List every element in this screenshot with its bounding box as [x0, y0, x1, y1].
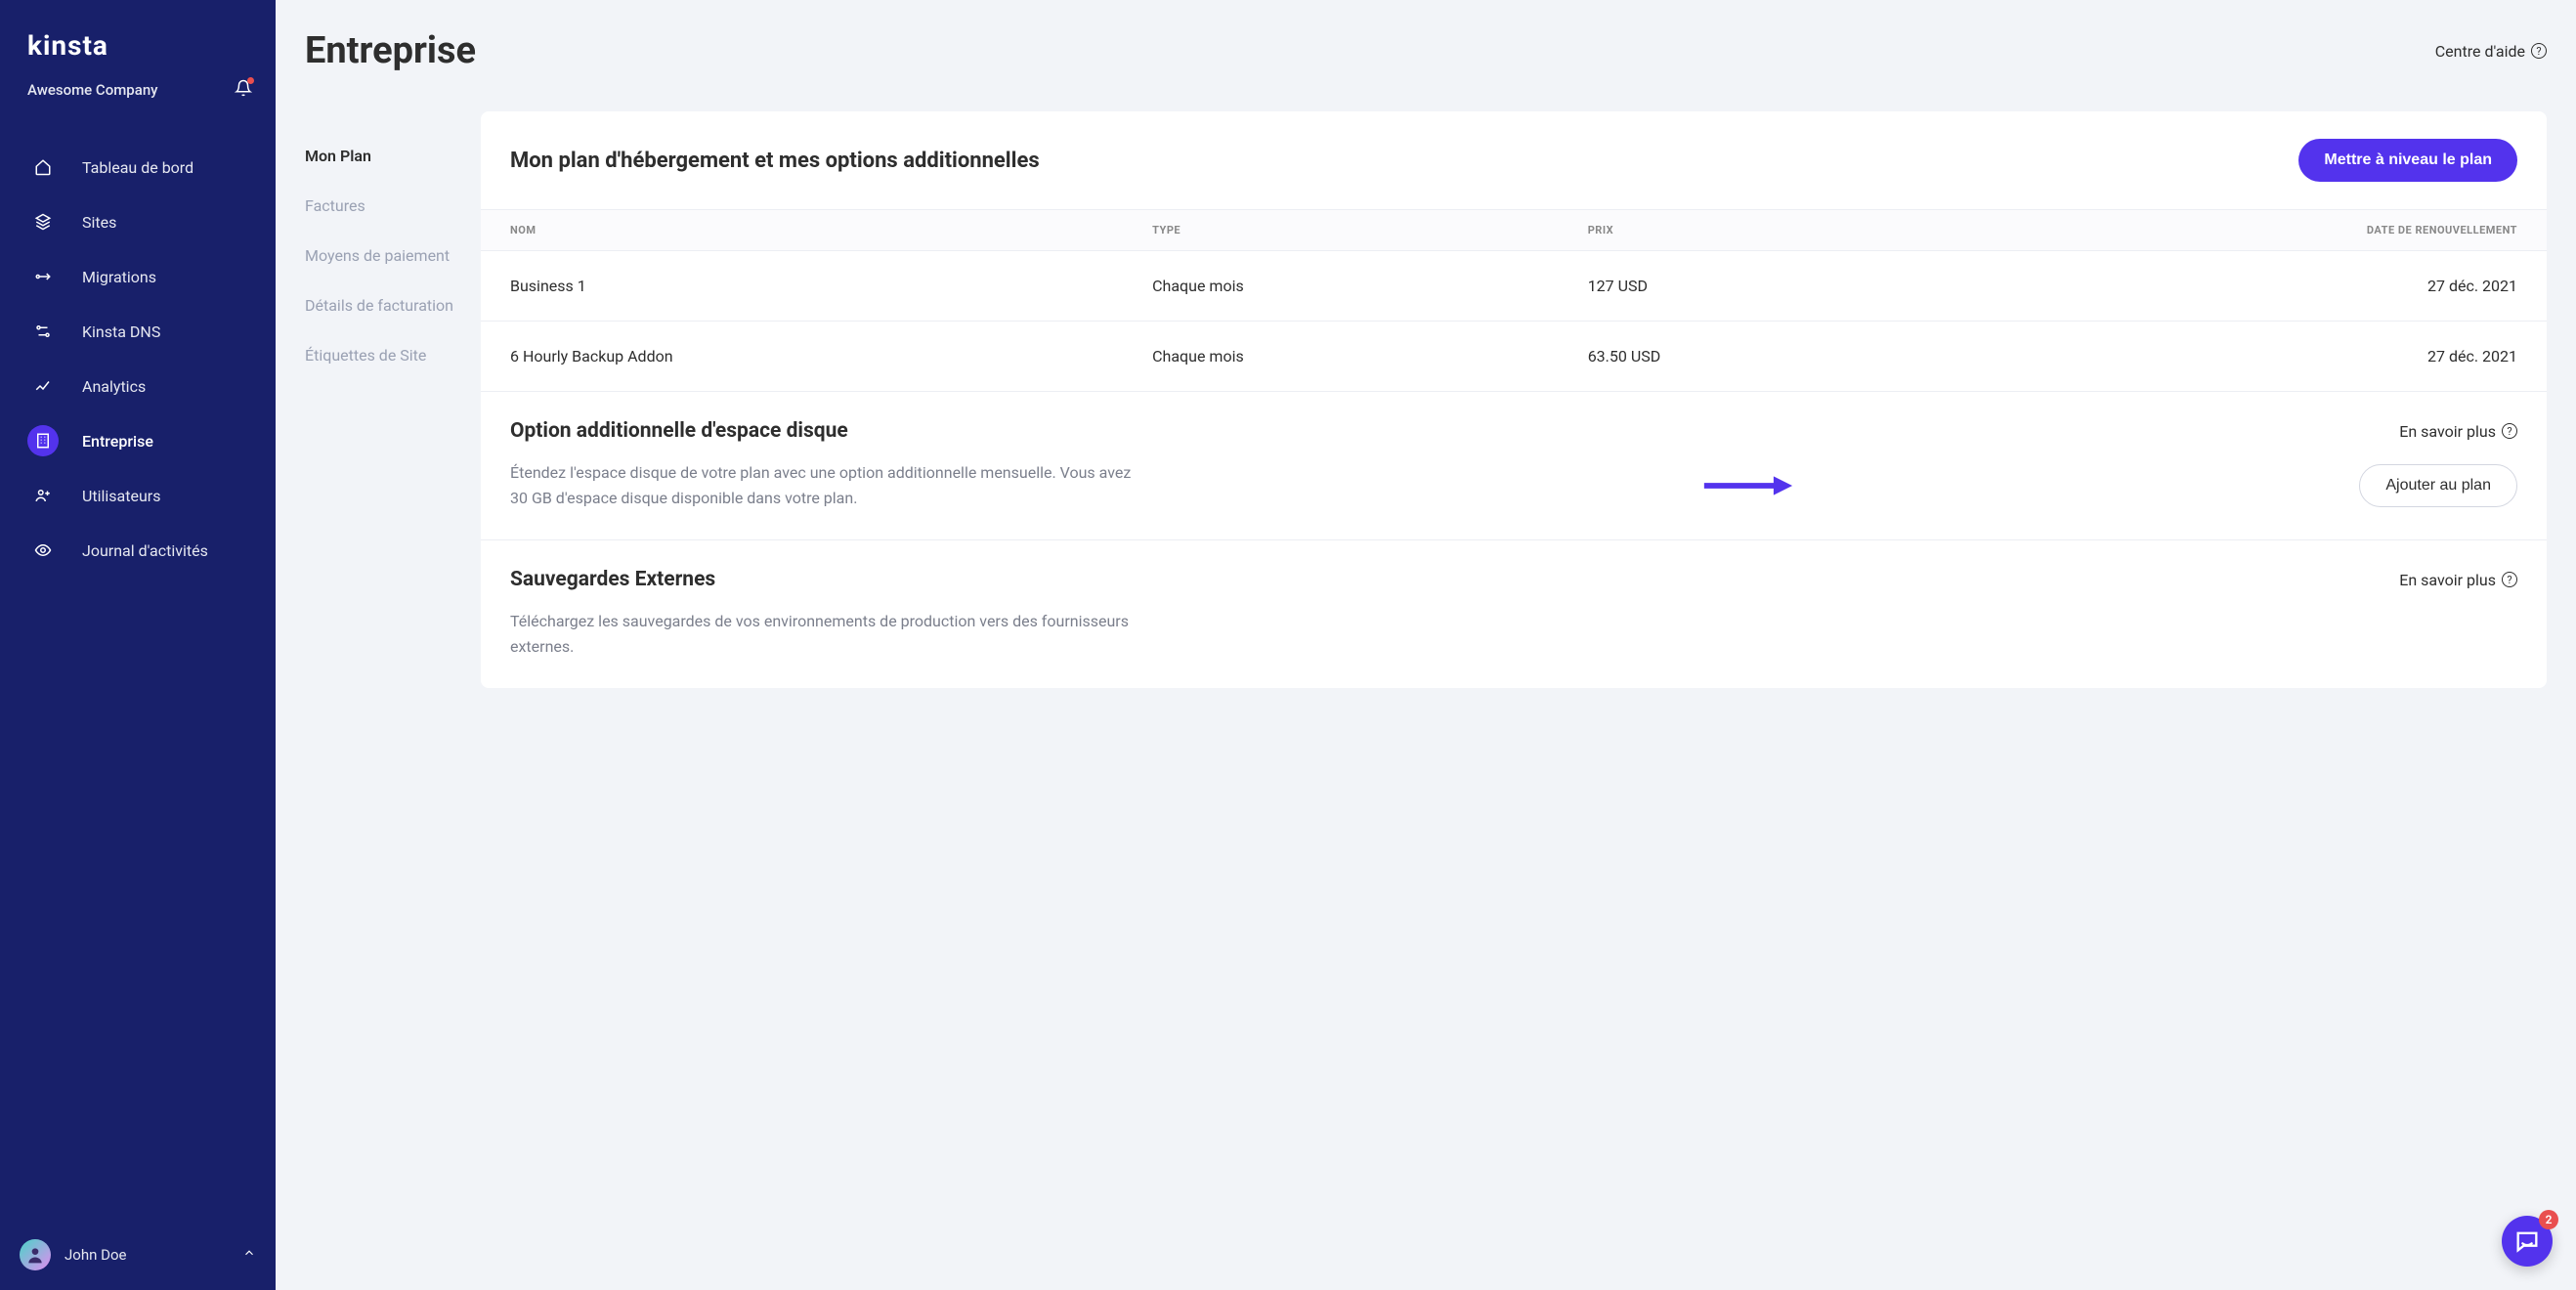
sidebar-item-sites[interactable]: Sites — [0, 194, 276, 249]
disk-section-title: Option additionnelle d'espace disque — [510, 419, 848, 443]
plan-card-title: Mon plan d'hébergement et mes options ad… — [510, 149, 1040, 173]
disk-section-desc: Étendez l'espace disque de votre plan av… — [510, 460, 1136, 510]
sidebar: kinsta Awesome Company Tableau de bord S… — [0, 0, 276, 1290]
upgrade-plan-button[interactable]: Mettre à niveau le plan — [2298, 139, 2517, 182]
sidebar-item-label: Kinsta DNS — [82, 322, 160, 341]
subnav-billing-details[interactable]: Détails de facturation — [305, 280, 481, 330]
content: Mon plan d'hébergement et mes options ad… — [481, 72, 2576, 1290]
sidebar-item-company[interactable]: Entreprise — [0, 413, 276, 468]
help-link[interactable]: Centre d'aide ? — [2435, 42, 2547, 61]
sidebar-item-activity[interactable]: Journal d'activités — [0, 523, 276, 578]
bell-icon[interactable] — [235, 79, 252, 101]
eye-icon — [27, 535, 59, 566]
sidebar-item-label: Tableau de bord — [82, 158, 193, 177]
chat-button[interactable]: 2 — [2502, 1216, 2553, 1267]
col-price: PRIX — [1559, 210, 1940, 251]
cell-price: 63.50 USD — [1559, 322, 1940, 392]
subnav: Mon Plan Factures Moyens de paiement Dét… — [276, 72, 481, 1290]
table-row: 6 Hourly Backup Addon Chaque mois 63.50 … — [481, 322, 2547, 392]
dns-icon — [27, 316, 59, 347]
org-name: Awesome Company — [27, 81, 158, 99]
help-icon: ? — [2531, 43, 2547, 59]
page-title: Entreprise — [305, 29, 476, 72]
arrow-annotation-icon — [1700, 472, 1794, 499]
sidebar-item-migrations[interactable]: Migrations — [0, 249, 276, 304]
subnav-my-plan[interactable]: Mon Plan — [305, 131, 481, 181]
sidebar-nav: Tableau de bord Sites Migrations Kinsta … — [0, 140, 276, 578]
plan-table: NOM TYPE PRIX DATE DE RENOUVELLEMENT Bus… — [481, 209, 2547, 391]
chevron-up-icon — [242, 1246, 256, 1264]
backup-section-desc: Téléchargez les sauvegardes de vos envir… — [510, 609, 1136, 659]
cell-type: Chaque mois — [1123, 322, 1559, 392]
add-to-plan-button[interactable]: Ajouter au plan — [2359, 464, 2517, 507]
notification-dot — [247, 77, 254, 84]
cell-name: 6 Hourly Backup Addon — [481, 322, 1123, 392]
table-row: Business 1 Chaque mois 127 USD 27 déc. 2… — [481, 251, 2547, 322]
chat-badge: 2 — [2539, 1210, 2558, 1229]
subnav-payment-methods[interactable]: Moyens de paiement — [305, 231, 481, 280]
sidebar-item-dashboard[interactable]: Tableau de bord — [0, 140, 276, 194]
backup-learn-more[interactable]: En savoir plus ? — [2399, 571, 2517, 589]
disk-section: Option additionnelle d'espace disque En … — [481, 391, 2547, 539]
building-icon — [27, 425, 59, 456]
sidebar-item-label: Migrations — [82, 268, 156, 286]
layers-icon — [27, 206, 59, 237]
org-selector[interactable]: Awesome Company — [0, 79, 276, 101]
backup-section: Sauvegardes Externes En savoir plus ? Té… — [481, 539, 2547, 688]
user-menu[interactable]: John Doe — [0, 1239, 276, 1270]
help-label: Centre d'aide — [2435, 42, 2525, 61]
brand-logo: kinsta — [27, 29, 276, 62]
cell-name: Business 1 — [481, 251, 1123, 322]
home-icon — [27, 151, 59, 183]
sidebar-item-label: Analytics — [82, 377, 146, 396]
cell-renewal: 27 déc. 2021 — [1940, 322, 2547, 392]
cell-type: Chaque mois — [1123, 251, 1559, 322]
subnav-invoices[interactable]: Factures — [305, 181, 481, 231]
main: Entreprise Centre d'aide ? Mon Plan Fact… — [276, 0, 2576, 1290]
user-plus-icon — [27, 480, 59, 511]
sidebar-item-label: Entreprise — [82, 432, 153, 451]
cell-price: 127 USD — [1559, 251, 1940, 322]
topbar: Entreprise Centre d'aide ? — [276, 0, 2576, 72]
sidebar-item-analytics[interactable]: Analytics — [0, 359, 276, 413]
sidebar-item-label: Sites — [82, 213, 116, 232]
columns: Mon Plan Factures Moyens de paiement Dét… — [276, 72, 2576, 1290]
avatar — [20, 1239, 51, 1270]
sidebar-item-users[interactable]: Utilisateurs — [0, 468, 276, 523]
backup-section-title: Sauvegardes Externes — [510, 568, 715, 591]
subnav-site-labels[interactable]: Étiquettes de Site — [305, 330, 481, 380]
sidebar-item-label: Utilisateurs — [82, 487, 160, 505]
plan-card: Mon plan d'hébergement et mes options ad… — [481, 111, 2547, 688]
cell-renewal: 27 déc. 2021 — [1940, 251, 2547, 322]
migrate-icon — [27, 261, 59, 292]
col-name: NOM — [481, 210, 1123, 251]
col-type: TYPE — [1123, 210, 1559, 251]
sidebar-item-label: Journal d'activités — [82, 541, 208, 560]
help-icon: ? — [2502, 572, 2517, 587]
col-renewal: DATE DE RENOUVELLEMENT — [1940, 210, 2547, 251]
sidebar-item-dns[interactable]: Kinsta DNS — [0, 304, 276, 359]
disk-learn-more[interactable]: En savoir plus ? — [2399, 422, 2517, 441]
help-icon: ? — [2502, 423, 2517, 439]
user-name: John Doe — [64, 1246, 126, 1264]
plan-card-header: Mon plan d'hébergement et mes options ad… — [481, 111, 2547, 209]
chart-icon — [27, 370, 59, 402]
